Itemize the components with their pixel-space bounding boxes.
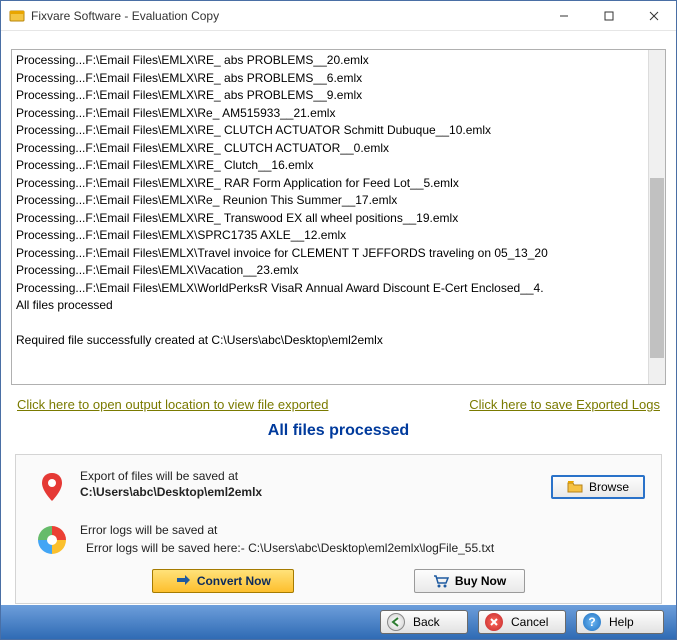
cart-icon	[433, 574, 449, 588]
back-arrow-icon	[387, 613, 405, 631]
error-path: Error logs will be saved here:- C:\Users…	[80, 541, 535, 555]
folder-icon	[567, 480, 583, 494]
log-line: Processing...F:\Email Files\EMLX\SPRC173…	[16, 227, 661, 245]
open-output-link[interactable]: Click here to open output location to vi…	[17, 397, 328, 412]
window-title: Fixvare Software - Evaluation Copy	[31, 9, 541, 23]
log-output: Processing...F:\Email Files\EMLX\RE_ abs…	[11, 49, 666, 385]
help-label: Help	[609, 615, 634, 629]
log-line	[16, 315, 661, 333]
log-line: Processing...F:\Email Files\EMLX\RE_ abs…	[16, 70, 661, 88]
pie-chart-icon	[32, 523, 72, 555]
log-line: Processing...F:\Email Files\EMLX\RE_ abs…	[16, 87, 661, 105]
map-pin-icon	[32, 469, 72, 503]
log-line: Processing...F:\Email Files\EMLX\Re_ Reu…	[16, 192, 661, 210]
title-bar: Fixvare Software - Evaluation Copy	[1, 1, 676, 31]
export-path: C:\Users\abc\Desktop\eml2emlx	[80, 485, 535, 499]
wizard-footer: Back Cancel ? Help	[1, 605, 676, 639]
help-icon: ?	[583, 613, 601, 631]
convert-icon	[175, 574, 191, 588]
back-button[interactable]: Back	[380, 610, 468, 634]
cancel-label: Cancel	[511, 615, 548, 629]
cancel-icon	[485, 613, 503, 631]
save-logs-link[interactable]: Click here to save Exported Logs	[469, 397, 660, 412]
log-line: Required file successfully created at C:…	[16, 332, 661, 350]
help-button[interactable]: ? Help	[576, 610, 664, 634]
convert-now-button[interactable]: Convert Now	[152, 569, 294, 593]
minimize-button[interactable]	[541, 1, 586, 31]
log-line: Processing...F:\Email Files\EMLX\RE_ CLU…	[16, 140, 661, 158]
app-logo-icon	[9, 8, 25, 24]
log-line: Processing...F:\Email Files\EMLX\Vacatio…	[16, 262, 661, 280]
maximize-button[interactable]	[586, 1, 631, 31]
log-line: Processing...F:\Email Files\EMLX\RE_ abs…	[16, 52, 661, 70]
cancel-button[interactable]: Cancel	[478, 610, 566, 634]
browse-button[interactable]: Browse	[551, 475, 645, 499]
stub-text	[1, 31, 676, 49]
scrollbar-thumb[interactable]	[650, 178, 664, 358]
export-location-row: Export of files will be saved at C:\User…	[16, 465, 661, 519]
error-label: Error logs will be saved at	[80, 523, 535, 537]
links-row: Click here to open output location to vi…	[1, 385, 676, 416]
back-label: Back	[413, 615, 440, 629]
log-line: Processing...F:\Email Files\EMLX\Re_ AM5…	[16, 105, 661, 123]
log-line: Processing...F:\Email Files\EMLX\RE_ RAR…	[16, 175, 661, 193]
status-message: All files processed	[1, 422, 676, 440]
error-log-row: Error logs will be saved at Error logs w…	[16, 519, 661, 565]
log-line: Processing...F:\Email Files\EMLX\RE_ Tra…	[16, 210, 661, 228]
close-button[interactable]	[631, 1, 676, 31]
log-line: Processing...F:\Email Files\EMLX\WorldPe…	[16, 280, 661, 298]
export-label: Export of files will be saved at	[80, 469, 535, 483]
buy-now-button[interactable]: Buy Now	[414, 569, 525, 593]
buy-label: Buy Now	[455, 574, 506, 588]
action-row: Convert Now Buy Now	[16, 565, 661, 601]
log-line: Processing...F:\Email Files\EMLX\RE_ Clu…	[16, 157, 661, 175]
log-scrollbar[interactable]	[648, 50, 665, 384]
log-line: All files processed	[16, 297, 661, 315]
settings-panel: Export of files will be saved at C:\User…	[15, 454, 662, 604]
log-line: Processing...F:\Email Files\EMLX\Travel …	[16, 245, 661, 263]
browse-label: Browse	[589, 480, 629, 494]
log-line: Processing...F:\Email Files\EMLX\RE_ CLU…	[16, 122, 661, 140]
convert-label: Convert Now	[197, 574, 271, 588]
